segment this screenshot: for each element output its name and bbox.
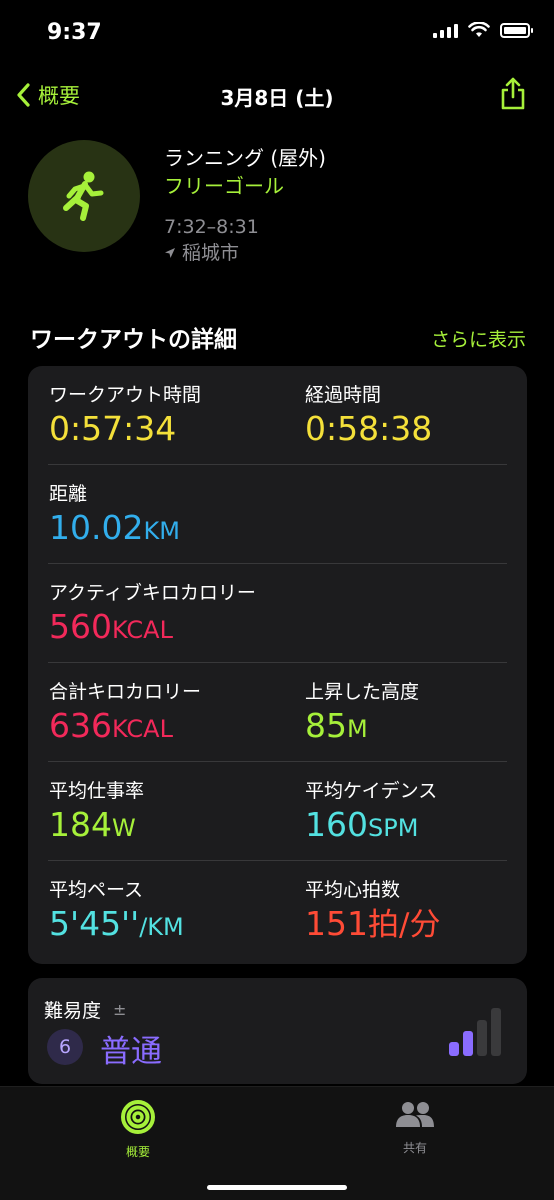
workout-time-range: 7:32–8:31 <box>164 216 259 238</box>
metric-distance: 距離 10.02KM <box>49 481 180 552</box>
metric-row: ワークアウト時間 0:57:34 経過時間 0:58:38 <box>28 366 527 465</box>
effort-bar <box>491 1008 501 1056</box>
metric-label: アクティブキロカロリー <box>49 582 256 604</box>
metric-value: 560KCAL <box>49 606 256 651</box>
tab-sharing[interactable]: 共有 <box>355 1099 475 1156</box>
workout-info: ランニング (屋外) フリーゴール 7:32–8:31 稲城市 <box>164 144 326 266</box>
share-button[interactable] <box>500 76 526 114</box>
running-figure-icon <box>63 171 104 221</box>
metric-row: 合計キロカロリー 636KCAL 上昇した高度 85M <box>28 663 527 762</box>
effort-bars-icon <box>449 1008 501 1056</box>
metric-unit: /KM <box>139 913 184 941</box>
metric-label: 平均ケイデンス <box>305 780 438 802</box>
effort-score-badge: 6 <box>47 1029 83 1065</box>
metric-value: 160SPM <box>305 804 437 849</box>
activity-rings-icon <box>121 1100 155 1134</box>
tab-bar: 概要 共有 <box>0 1086 554 1200</box>
metric-row: アクティブキロカロリー 560KCAL <box>28 564 527 663</box>
metric-active-kcal: アクティブキロカロリー 560KCAL <box>49 580 256 651</box>
effort-bar <box>449 1042 459 1056</box>
metric-label: ワークアウト時間 <box>49 384 202 406</box>
metric-label: 合計キロカロリー <box>49 681 202 703</box>
metric-total-kcal: 合計キロカロリー 636KCAL <box>49 679 201 750</box>
metric-label: 経過時間 <box>305 384 382 406</box>
metric-value: 85M <box>305 705 419 750</box>
metric-avg-cadence: 平均ケイデンス 160SPM <box>305 778 437 849</box>
metric-label: 平均心拍数 <box>305 879 401 901</box>
metric-value: 10.02KM <box>49 507 180 552</box>
tab-label: 概要 <box>125 1145 150 1159</box>
metric-number: 151 <box>305 904 368 943</box>
effort-title-label: 難易度 <box>44 1000 102 1022</box>
metric-number: 85 <box>305 706 347 745</box>
metric-label: 上昇した高度 <box>305 681 420 703</box>
metric-row: 距離 10.02KM <box>28 465 527 564</box>
metric-value: 151拍/分 <box>305 903 440 946</box>
metric-unit: KCAL <box>112 616 173 644</box>
metric-label: 平均ペース <box>49 879 144 901</box>
workout-type: ランニング (屋外) <box>164 146 326 170</box>
location-arrow-icon <box>165 248 175 258</box>
metric-value: 0:57:34 <box>49 409 177 448</box>
metric-avg-pace: 平均ペース 5'45''/KM <box>49 877 184 948</box>
metric-avg-power: 平均仕事率 184W <box>49 778 144 849</box>
home-indicator <box>207 1185 347 1190</box>
metric-label: 平均仕事率 <box>49 780 145 802</box>
metric-number: 184 <box>49 805 112 844</box>
plus-minus-icon: ± <box>113 1000 127 1019</box>
metric-number: 560 <box>49 607 112 646</box>
status-time: 9:37 <box>47 20 102 45</box>
effort-bar <box>477 1020 487 1056</box>
metric-number: 5'45'' <box>49 904 140 943</box>
metric-unit: KCAL <box>112 715 173 743</box>
metric-elevation-gain: 上昇した高度 85M <box>305 679 419 750</box>
metric-number: 10.02 <box>49 508 144 547</box>
metric-number: 160 <box>305 805 368 844</box>
metric-number: 636 <box>49 706 112 745</box>
metric-row: 平均仕事率 184W 平均ケイデンス 160SPM <box>28 762 527 861</box>
effort-title: 難易度 ± <box>44 996 126 1023</box>
metric-workout-time: ワークアウト時間 0:57:34 <box>49 382 201 450</box>
metric-value: 5'45''/KM <box>49 903 184 948</box>
share-icon <box>501 77 525 110</box>
effort-bar <box>463 1031 473 1056</box>
metric-value: 0:58:38 <box>305 409 433 448</box>
workout-details-card[interactable]: ワークアウト時間 0:57:34 経過時間 0:58:38 距離 10.02KM… <box>28 366 527 964</box>
metric-unit: W <box>112 814 136 842</box>
workout-header: ランニング (屋外) フリーゴール 7:32–8:31 稲城市 <box>28 140 538 264</box>
navigation-bar: 概要 3月8日 (土) <box>0 74 554 118</box>
workout-icon-badge <box>28 140 140 252</box>
status-bar: 9:37 <box>0 0 554 66</box>
page-title: 3月8日 (土) <box>220 86 334 110</box>
metric-unit: M <box>347 715 368 743</box>
show-more-link[interactable]: さらに表示 <box>431 325 526 352</box>
tab-summary[interactable]: 概要 <box>78 1099 198 1160</box>
workout-goal: フリーゴール <box>164 174 284 198</box>
effort-level: 普通 <box>100 1034 162 1070</box>
metric-unit: KM <box>143 517 180 545</box>
metric-label: 距離 <box>49 483 88 505</box>
effort-card[interactable]: 難易度 ± 6 普通 <box>28 978 527 1084</box>
metric-value: 636KCAL <box>49 705 201 750</box>
tab-label: 共有 <box>402 1141 427 1155</box>
metric-unit: 拍/分 <box>368 907 441 943</box>
wifi-icon <box>468 22 490 37</box>
workout-location: 稲城市 <box>164 240 326 266</box>
people-icon <box>396 1102 434 1127</box>
status-icons <box>433 22 533 38</box>
metric-avg-heart-rate: 平均心拍数 151拍/分 <box>305 877 440 946</box>
location-name: 稲城市 <box>182 242 240 264</box>
metric-value: 184W <box>49 804 144 849</box>
metric-unit: SPM <box>368 814 419 842</box>
cellular-signal-icon <box>433 22 458 38</box>
metric-elapsed-time: 経過時間 0:58:38 <box>305 382 432 450</box>
section-title: ワークアウトの詳細 <box>30 327 237 353</box>
battery-icon <box>500 22 533 38</box>
metric-row: 平均ペース 5'45''/KM 平均心拍数 151拍/分 <box>28 861 527 960</box>
